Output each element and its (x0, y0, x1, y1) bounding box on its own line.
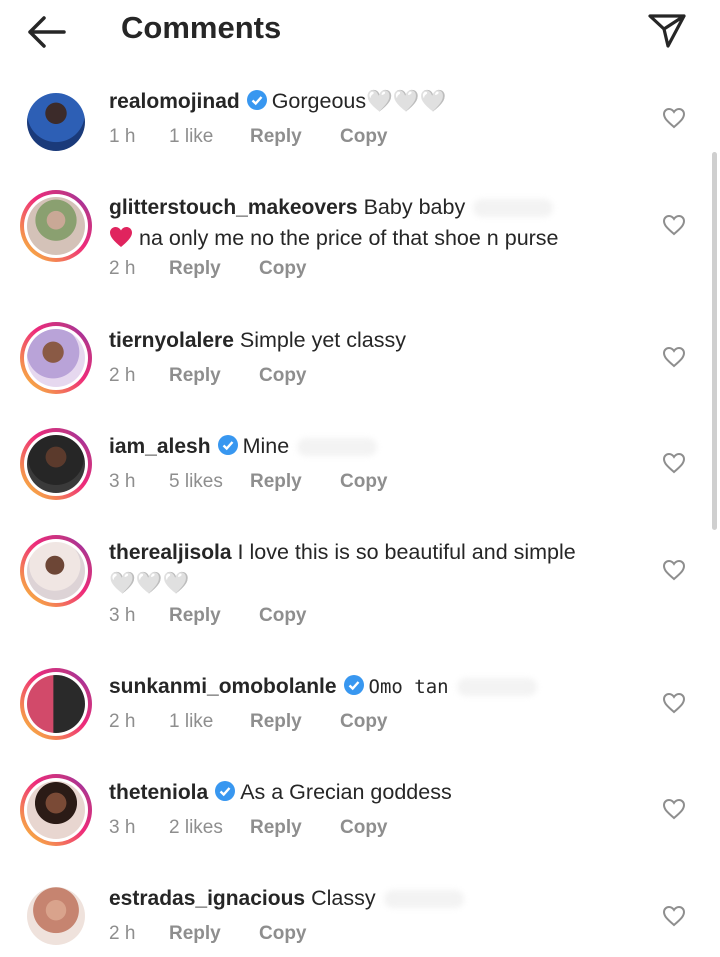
comment-text: Omo tan (368, 676, 449, 698)
avatar[interactable] (20, 86, 92, 158)
copy-button[interactable]: Copy (340, 711, 388, 733)
heart-emoji: 🤍🤍🤍 (366, 89, 447, 113)
heart-outline-icon[interactable] (662, 452, 686, 474)
verified-badge-icon (217, 435, 238, 455)
comment-item: glitterstouch_makeovers Baby baby na onl… (0, 190, 700, 290)
comment-text-line2: na only me no the price of that shoe n p… (139, 226, 559, 250)
comment-meta: 2 h Reply Copy (109, 258, 307, 280)
heart-emoji: 🤍🤍🤍 (109, 571, 190, 595)
username[interactable]: estradas_ignacious (109, 887, 305, 910)
copy-button[interactable]: Copy (259, 365, 307, 387)
heart-outline-icon[interactable] (662, 905, 686, 927)
heart-outline-icon[interactable] (662, 346, 686, 368)
username[interactable]: sunkanmi_omobolanle (109, 675, 337, 698)
reply-button[interactable]: Reply (169, 365, 259, 387)
like-count[interactable]: 1 like (169, 711, 250, 733)
like-count[interactable]: 5 likes (169, 471, 250, 493)
heart-outline-icon[interactable] (662, 214, 686, 236)
timestamp: 3 h (109, 471, 136, 492)
copy-button[interactable]: Copy (340, 126, 388, 148)
heart-outline-icon[interactable] (662, 692, 686, 714)
verified-badge-icon (343, 675, 364, 695)
comment-item: tiernyolalere Simple yet classy 2 h Reply… (0, 322, 700, 402)
copy-button[interactable]: Copy (259, 923, 307, 945)
timestamp: 3 h (109, 605, 136, 626)
comment-item: therealjisola I love this is so beautifu… (0, 535, 700, 635)
verified-badge-icon (246, 90, 267, 110)
avatar[interactable] (20, 428, 92, 500)
arrow-left-icon[interactable] (24, 12, 68, 52)
comment-item: sunkanmi_omobolanle Omo tan 2 h 1 like Repl… (0, 668, 700, 748)
timestamp: 2 h (109, 365, 136, 386)
timestamp: 2 h (109, 258, 136, 279)
avatar[interactable] (20, 880, 92, 952)
comment-item: estradas_ignacious Classy 2 h Reply Copy (0, 880, 700, 957)
comment-meta: 1 h 1 like Reply Copy (109, 126, 388, 148)
comment-meta: 2 h Reply Copy (109, 365, 307, 387)
comment-text: Baby baby (363, 195, 466, 219)
username[interactable]: therealjisola (109, 541, 232, 564)
username[interactable]: realomojinad (109, 90, 240, 113)
comment-text: Gorgeous (271, 89, 367, 113)
comment-text: I love this is so beautiful and simple (237, 540, 576, 564)
comment-text: Classy (311, 886, 376, 910)
verified-badge-icon (215, 781, 236, 801)
reply-button[interactable]: Reply (250, 711, 340, 733)
reply-button[interactable]: Reply (250, 817, 340, 839)
reply-button[interactable]: Reply (169, 605, 259, 627)
comment-meta: 3 h 5 likes Reply Copy (109, 471, 388, 493)
page-title: Comments (121, 10, 282, 45)
comment-meta: 3 h Reply Copy (109, 605, 307, 627)
timestamp: 3 h (109, 817, 136, 838)
comment-item: realomojinad Gorgeous🤍🤍🤍 1 h 1 like Reply Co… (0, 82, 700, 162)
timestamp: 2 h (109, 711, 136, 732)
like-count[interactable]: 1 like (169, 126, 250, 148)
comment-text: Mine (242, 434, 290, 458)
heart-outline-icon[interactable] (662, 107, 686, 129)
reply-button[interactable]: Reply (250, 471, 340, 493)
timestamp: 2 h (109, 923, 136, 944)
avatar[interactable] (20, 535, 92, 607)
comment-meta: 2 h Reply Copy (109, 923, 307, 945)
copy-button[interactable]: Copy (340, 817, 388, 839)
username[interactable]: iam_alesh (109, 435, 211, 458)
copy-button[interactable]: Copy (259, 258, 307, 280)
reply-button[interactable]: Reply (169, 258, 259, 280)
comment-text: As a Grecian goddess (240, 780, 452, 804)
paper-plane-icon[interactable] (646, 10, 688, 50)
avatar[interactable] (20, 190, 92, 262)
heart-outline-icon[interactable] (662, 559, 686, 581)
comment-text: Simple yet classy (239, 328, 406, 352)
avatar[interactable] (20, 774, 92, 846)
copy-button[interactable]: Copy (340, 471, 388, 493)
comment-item: iam_alesh Mine 3 h 5 likes Reply Copy (0, 428, 700, 508)
comment-meta: 3 h 2 likes Reply Copy (109, 817, 388, 839)
reply-button[interactable]: Reply (169, 923, 259, 945)
header-bar: Comments (0, 0, 720, 62)
copy-button[interactable]: Copy (259, 605, 307, 627)
avatar[interactable] (20, 322, 92, 394)
username[interactable]: tiernyolalere (109, 329, 234, 352)
comment-meta: 2 h 1 like Reply Copy (109, 711, 388, 733)
username[interactable]: glitterstouch_makeovers (109, 196, 358, 219)
red-heart-emoji (110, 227, 132, 247)
timestamp: 1 h (109, 126, 136, 147)
reply-button[interactable]: Reply (250, 126, 340, 148)
username[interactable]: theteniola (109, 781, 208, 804)
like-count[interactable]: 2 likes (169, 817, 250, 839)
comment-item: theteniola As a Grecian goddess 3 h 2 like… (0, 774, 700, 854)
heart-outline-icon[interactable] (662, 798, 686, 820)
scrollbar[interactable] (712, 152, 717, 530)
avatar[interactable] (20, 668, 92, 740)
